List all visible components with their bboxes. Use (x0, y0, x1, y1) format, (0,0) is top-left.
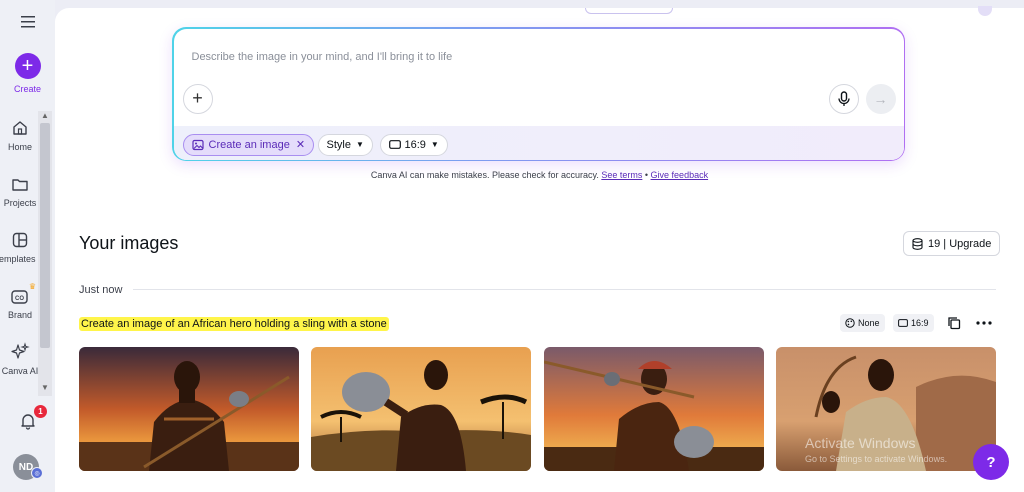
generated-image-1[interactable] (79, 347, 299, 471)
create-image-label: Create an image (208, 138, 290, 151)
sidebar-item-label: Home (7, 142, 32, 152)
scroll-up-icon[interactable]: ▲ (40, 111, 50, 120)
sidebar-item-projects[interactable]: Projects (0, 174, 40, 208)
sidebar-item-templates[interactable]: Templates (0, 230, 40, 264)
style-dropdown[interactable]: Style ▼ (317, 133, 373, 156)
disclaimer-text: Canva AI can make mistakes. Please check… (370, 170, 599, 180)
send-button[interactable]: → (865, 83, 896, 114)
chevron-down-icon: ▼ (355, 140, 364, 149)
plus-icon: + (192, 88, 203, 108)
database-icon (912, 237, 923, 250)
top-tab-indicator (585, 8, 673, 14)
sidebar-item-label: Templates (0, 254, 36, 264)
crown-icon: ♛ (28, 282, 36, 291)
aspect-ratio-label: 16:9 (404, 138, 426, 151)
credits-upgrade-button[interactable]: 19 | Upgrade (903, 231, 1001, 256)
main-panel: Describe the image in your mind, and I'l… (55, 6, 1024, 492)
aspect-ratio-icon (388, 140, 401, 149)
divider (79, 289, 996, 290)
generated-image-4[interactable] (776, 347, 996, 471)
sidebar-item-brand[interactable]: CO ♛ Brand (0, 282, 40, 320)
plus-icon: + (14, 53, 41, 79)
notification-badge: 1 (34, 405, 47, 418)
brand-icon: CO ♛ (10, 282, 36, 306)
windows-watermark-subtitle: Go to Settings to activate Windows. (805, 454, 948, 464)
credits-label: 19 | Upgrade (928, 237, 992, 250)
style-label: Style (326, 138, 351, 151)
disclaimer: Canva AI can make mistakes. Please check… (55, 170, 1024, 180)
more-horizontal-icon (976, 321, 992, 325)
palette-icon (845, 318, 855, 328)
sidebar-item-label: Projects (3, 198, 37, 208)
aspect-ratio-dropdown[interactable]: 16:9 ▼ (379, 133, 448, 156)
create-label: Create (13, 84, 41, 94)
style-meta-chip: None (840, 314, 885, 332)
sidebar-scrollbar[interactable]: ▲ ▼ (38, 111, 52, 396)
prompt-input[interactable]: Describe the image in your mind, and I'l… (192, 51, 453, 63)
notifications-button[interactable] (0, 412, 55, 430)
image-icon (191, 139, 204, 150)
bell-icon (20, 414, 35, 430)
sidebar-item-home[interactable]: Home (0, 118, 40, 152)
microphone-button[interactable] (828, 83, 859, 114)
time-label: Just now (79, 284, 123, 296)
separator: • (644, 170, 649, 180)
chevron-down-icon: ▼ (430, 140, 439, 149)
hamburger-menu-icon (20, 16, 35, 28)
arrow-right-icon: → (873, 90, 888, 107)
sidebar: + Create ▲ ▼ Home Projects Templates CO … (0, 0, 55, 492)
ratio-meta-label: 16:9 (911, 318, 929, 328)
sparkle-icon (10, 342, 30, 362)
copy-prompt-button[interactable] (944, 313, 964, 333)
svg-text:CO: CO (15, 296, 24, 302)
team-badge-icon: ◎ (31, 467, 43, 479)
windows-watermark-title: Activate Windows (805, 435, 916, 451)
generated-image-2[interactable] (311, 347, 531, 471)
sidebar-item-label: Canva AI (1, 366, 39, 376)
prompt-box: Describe the image in your mind, and I'l… (172, 27, 905, 161)
sidebar-item-label: Brand (7, 310, 33, 320)
generation-prompt: Create an image of an African hero holdi… (79, 317, 389, 331)
give-feedback-link[interactable]: Give feedback (651, 170, 709, 180)
aspect-ratio-icon (898, 319, 908, 327)
scrollbar-thumb[interactable] (40, 123, 50, 348)
generated-image-3[interactable] (544, 347, 764, 471)
sidebar-item-canva-ai[interactable]: Canva AI (0, 342, 40, 376)
scroll-down-icon[interactable]: ▼ (40, 383, 50, 392)
top-right-indicator (978, 6, 992, 16)
create-button[interactable]: + Create (0, 53, 55, 94)
menu-button[interactable] (0, 16, 55, 28)
close-icon[interactable]: ✕ (296, 138, 305, 151)
section-title: Your images (79, 233, 179, 253)
ratio-meta-chip: 16:9 (893, 314, 934, 332)
style-meta-label: None (858, 318, 880, 328)
folder-icon (10, 174, 30, 194)
prompt-options-bar: Create an image ✕ Style ▼ 16:9 ▼ (173, 125, 904, 160)
more-options-button[interactable] (974, 313, 994, 333)
copy-icon (948, 317, 961, 330)
home-icon (10, 118, 30, 138)
see-terms-link[interactable]: See terms (601, 170, 642, 180)
help-button[interactable]: ? (973, 444, 1009, 480)
microphone-icon (837, 90, 850, 106)
template-icon (10, 230, 30, 250)
add-attachment-button[interactable]: + (182, 83, 213, 114)
create-image-chip[interactable]: Create an image ✕ (182, 133, 315, 156)
